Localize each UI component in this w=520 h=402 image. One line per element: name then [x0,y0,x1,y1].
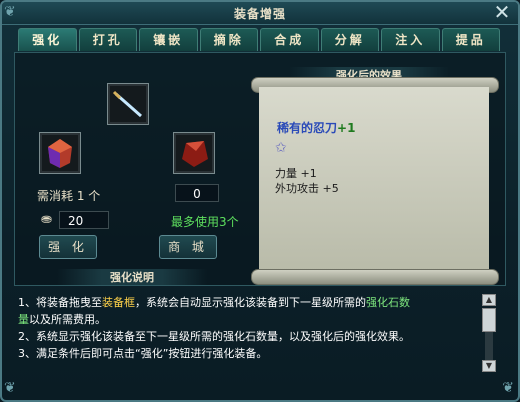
strengthen-button[interactable]: 强 化 [39,235,97,259]
equipment-box-highlight: 装备框 [102,296,135,309]
main-content: 需消耗 1 个 0 ⛂ 20 最多使用3个 强 化 商 城 强化说明 强化后的效… [14,52,506,286]
effect-parchment: 稀有的忍刀+1 ✩ 力量 +1 外功攻击 +5 [259,87,489,271]
sword-icon [112,90,142,118]
desc-line: 3、满足条件后即可点击“强化”按钮进行强化装备。 [18,347,268,360]
lucky-charm-slot[interactable] [173,132,215,174]
item-level: +1 [337,121,356,135]
tab-inject[interactable]: 注入 [381,28,440,51]
scroll-roller-bottom [251,269,499,285]
desc-text: ，系统会自动显示强化该装备到下一星级所需的 [135,296,366,309]
tab-decompose[interactable]: 分解 [320,28,379,51]
consume-label: 需消耗 1 个 [37,189,101,203]
desc-line: 1、将装备拖曳至装备框，系统会自动显示强化该装备到下一星级所需的强化石数 [18,294,478,311]
tab-remove[interactable]: 摘除 [199,28,258,51]
scroll-track[interactable] [482,308,496,360]
star-icon: ✩ [275,140,287,156]
stat-line: 力量 +1 [275,167,317,180]
scroll-up-icon[interactable]: ▲ [482,294,496,306]
tab-inlay[interactable]: 镶嵌 [139,28,198,51]
title-bar[interactable]: ❦ 装备增强 ✕ [2,2,518,25]
close-icon[interactable]: ✕ [492,2,512,23]
coin-icon: ⛂ [41,212,52,227]
equipment-slot[interactable] [107,83,149,125]
gem-stone-icon [48,139,72,168]
max-use-note: 最多使用3个 [171,215,239,229]
desc-text: 以及所需费用。 [29,313,106,326]
stone-count-field[interactable]: 0 [175,184,219,202]
description-header: 强化说明 [57,269,207,285]
tab-punch[interactable]: 打孔 [78,28,137,51]
item-name: 稀有的忍刀 [277,121,338,135]
description-scrollbar[interactable]: ▲ ▼ [482,294,496,374]
scroll-down-icon[interactable]: ▼ [482,360,496,372]
equipment-enhance-window: ❦ 装备增强 ✕ 强化 打孔 镶嵌 摘除 合成 分解 注入 提品 需消耗 1 个… [0,0,520,402]
scroll-thumb[interactable] [482,308,496,332]
tab-combine[interactable]: 合成 [260,28,319,51]
description-text: 1、将装备拖曳至装备框，系统会自动显示强化该装备到下一星级所需的强化石数 量以及… [18,294,478,390]
desc-line: 量以及所需费用。 [18,311,478,328]
tab-upgrade[interactable]: 提品 [441,28,500,51]
corner-ornament-icon: ❦ [502,380,514,396]
desc-line: 2、系统显示强化该装备至下一星级所需的强化石数量，以及强化后的强化效果。 [18,330,410,343]
tab-strengthen[interactable]: 强化 [18,28,77,51]
item-name-line: 稀有的忍刀+1 [277,119,355,136]
red-stone-icon [182,141,208,167]
desc-text: 1、将装备拖曳至 [18,296,102,309]
shop-button[interactable]: 商 城 [159,235,217,259]
effect-scroll-panel: 稀有的忍刀+1 ✩ 力量 +1 外功攻击 +5 [251,77,499,285]
stat-line: 外功攻击 +5 [275,182,339,195]
stone-count-highlight: 强化石数 [366,296,410,309]
stone-count-highlight: 量 [18,313,29,326]
corner-ornament-icon: ❦ [4,380,16,396]
tab-bar: 强化 打孔 镶嵌 摘除 合成 分解 注入 提品 [18,28,502,51]
strengthen-stone-slot[interactable] [39,132,81,174]
window-title: 装备增强 [233,7,286,21]
cost-field: 20 [59,211,109,229]
